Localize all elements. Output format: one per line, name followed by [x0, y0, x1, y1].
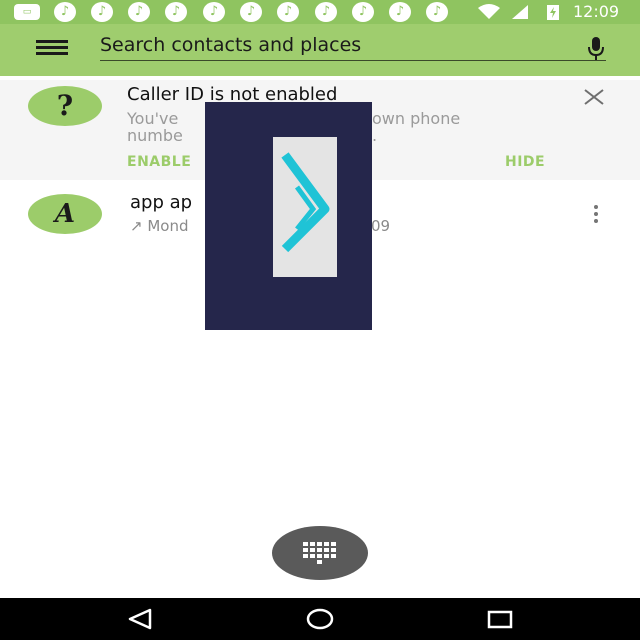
dialpad-button[interactable]	[272, 526, 368, 580]
caller-id-avatar: ?	[28, 86, 102, 126]
back-icon[interactable]	[120, 604, 160, 634]
microphone-icon[interactable]	[586, 36, 606, 62]
caller-id-body-line1-end: own phone	[372, 109, 461, 128]
music-note-icon: ♪	[240, 2, 262, 22]
more-options-icon[interactable]	[588, 203, 604, 225]
music-note-icon: ♪	[91, 2, 113, 22]
battery-charging-icon	[547, 5, 559, 20]
recents-icon[interactable]	[480, 604, 520, 634]
music-note-icon: ♪	[426, 2, 448, 22]
search-input[interactable]	[100, 32, 580, 58]
music-note-icon: ♪	[128, 2, 150, 22]
call-detail: ↗ Mond 09	[130, 217, 390, 235]
menu-icon[interactable]	[36, 40, 68, 60]
music-note-icon: ♪	[203, 2, 225, 22]
music-note-icon: ♪	[352, 2, 374, 22]
call-detail-end: 09	[371, 217, 391, 235]
call-detail-text: Mond	[147, 217, 189, 235]
enable-button[interactable]: ENABLE	[127, 154, 191, 170]
search-underline	[100, 60, 606, 61]
music-note-icon: ♪	[277, 2, 299, 22]
triangle-play-icon	[281, 152, 330, 253]
navigation-bar	[0, 598, 640, 640]
search-bar	[0, 24, 640, 76]
outgoing-call-icon: ↗	[130, 217, 143, 235]
music-note-icon: ♪	[54, 2, 76, 22]
home-icon[interactable]	[300, 604, 340, 634]
wifi-icon	[478, 4, 500, 19]
contact-avatar: A	[28, 194, 102, 234]
hide-button[interactable]: HIDE	[505, 154, 545, 170]
close-icon[interactable]	[583, 88, 605, 106]
overlay-window[interactable]	[205, 102, 372, 330]
contact-name: app ap	[130, 192, 193, 213]
caller-id-body-line2: numbe	[127, 126, 183, 145]
caller-id-body-line2-end: .	[372, 126, 378, 145]
music-note-icon: ♪	[389, 2, 411, 22]
status-time: 12:09	[573, 2, 620, 21]
signal-icon	[512, 5, 528, 19]
overlay-card	[273, 137, 337, 277]
music-note-icon: ♪	[315, 2, 337, 22]
music-note-icon: ♪	[165, 2, 187, 22]
keyboard-icon: ▭	[14, 4, 40, 20]
status-bar: ▭ ♪ ♪ ♪ ♪ ♪ ♪ ♪ ♪ ♪ ♪ ♪ 12:09	[0, 0, 640, 24]
